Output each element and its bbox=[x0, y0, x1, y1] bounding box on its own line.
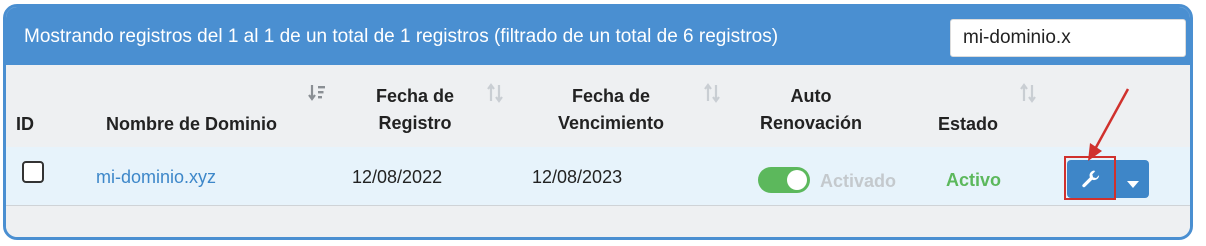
auto-renew-toggle[interactable] bbox=[758, 167, 810, 193]
domains-panel: Mostrando registros del 1 al 1 de un tot… bbox=[3, 4, 1193, 240]
sort-amount-down-icon[interactable] bbox=[308, 83, 326, 108]
toggle-knob bbox=[787, 170, 807, 190]
sort-icon[interactable] bbox=[1019, 83, 1037, 108]
domain-link[interactable]: mi-dominio.xyz bbox=[96, 167, 216, 188]
caret-down-icon bbox=[1127, 176, 1139, 194]
column-domain[interactable]: Nombre de Dominio bbox=[106, 111, 277, 138]
status-badge: Activo bbox=[946, 170, 1002, 190]
column-expiry-date[interactable]: Fecha de Vencimiento bbox=[546, 83, 676, 137]
column-auto-renew[interactable]: Auto Renovación bbox=[756, 83, 866, 137]
panel-header: Mostrando registros del 1 al 1 de un tot… bbox=[6, 7, 1190, 65]
table-header: ID Nombre de Dominio Fecha de Registro F… bbox=[6, 65, 1190, 148]
pointer-arrow-icon bbox=[1088, 88, 1130, 161]
records-info: Mostrando registros del 1 al 1 de un tot… bbox=[24, 26, 779, 47]
column-registration-date[interactable]: Fecha de Registro bbox=[360, 83, 470, 137]
expiry-date: 12/08/2023 bbox=[532, 167, 623, 187]
registration-date: 12/08/2022 bbox=[352, 167, 443, 187]
actions-dropdown-button[interactable] bbox=[1116, 160, 1149, 198]
table-footer bbox=[6, 206, 1190, 237]
auto-renew-label: Activado bbox=[820, 171, 897, 191]
sort-icon[interactable] bbox=[486, 83, 504, 108]
sort-icon[interactable] bbox=[703, 83, 721, 108]
column-status[interactable]: Estado bbox=[938, 111, 998, 138]
row-checkbox[interactable] bbox=[22, 161, 44, 183]
column-id[interactable]: ID bbox=[16, 111, 34, 138]
search-input[interactable] bbox=[950, 19, 1186, 57]
